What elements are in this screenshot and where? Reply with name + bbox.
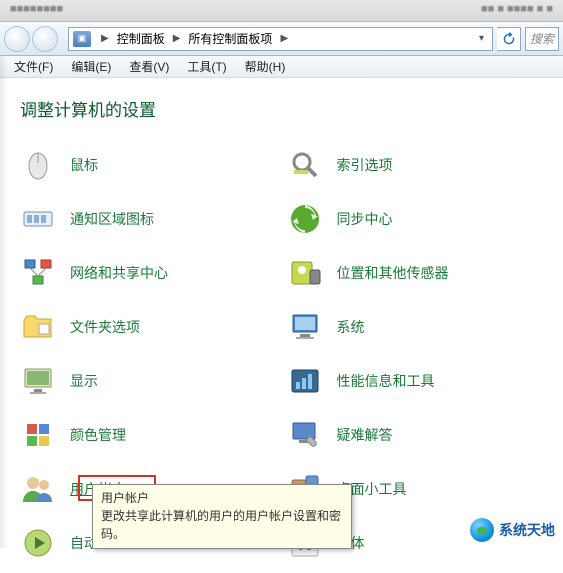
tooltip-body: 更改共享此计算机的用户的用户帐户设置和密码。	[101, 508, 343, 543]
nav-forward-button[interactable]	[32, 26, 58, 52]
item-mouse[interactable]: 鼠标	[20, 145, 277, 185]
autoplay-icon	[20, 525, 56, 561]
location-icon	[287, 255, 323, 291]
user-accounts-icon	[20, 471, 56, 507]
item-label: 文件夹选项	[70, 317, 140, 337]
color-icon	[20, 417, 56, 453]
menu-edit[interactable]: 编辑(E)	[63, 56, 119, 77]
item-label: 网络和共享中心	[70, 263, 168, 283]
chevron-right-icon[interactable]: ▶	[167, 33, 187, 44]
breadcrumb[interactable]: ▣ ▶ 控制面板 ▶ 所有控制面板项 ▶ ▾	[68, 27, 493, 51]
menu-view[interactable]: 查看(V)	[121, 56, 177, 77]
nav-back-button[interactable]	[4, 26, 30, 52]
item-label: 颜色管理	[70, 425, 126, 445]
item-label: 鼠标	[70, 155, 98, 175]
item-network[interactable]: 网络和共享中心	[20, 253, 277, 293]
item-folder-options[interactable]: 文件夹选项	[20, 307, 277, 347]
chevron-right-icon[interactable]: ▶	[95, 33, 115, 44]
item-label: 性能信息和工具	[337, 371, 435, 391]
menu-bar: 文件(F) 编辑(E) 查看(V) 工具(T) 帮助(H)	[0, 56, 563, 78]
chevron-down-icon[interactable]: ▾	[473, 33, 490, 44]
item-display[interactable]: 显示	[20, 361, 277, 401]
item-indexing[interactable]: 索引选项	[287, 145, 544, 185]
item-label: 显示	[70, 371, 98, 391]
item-label: 疑难解答	[337, 425, 393, 445]
item-label: 同步中心	[337, 209, 393, 229]
tooltip-title: 用户帐户	[101, 490, 343, 507]
sync-icon	[287, 201, 323, 237]
globe-icon	[470, 518, 494, 542]
search-placeholder: 搜索	[530, 30, 554, 47]
troubleshoot-icon	[287, 417, 323, 453]
window-titlebar: ■■■■■■■■ ■■ ■ ■■■■ ■ ■	[0, 0, 563, 22]
breadcrumb-item-control-panel[interactable]: 控制面板	[115, 30, 167, 47]
item-location[interactable]: 位置和其他传感器	[287, 253, 544, 293]
mouse-icon	[20, 147, 56, 183]
refresh-button[interactable]	[497, 27, 521, 51]
item-label: 通知区域图标	[70, 209, 154, 229]
item-sync[interactable]: 同步中心	[287, 199, 544, 239]
folder-icon	[20, 309, 56, 345]
page-title: 调整计算机的设置	[20, 96, 543, 121]
item-performance[interactable]: 性能信息和工具	[287, 361, 544, 401]
network-icon	[20, 255, 56, 291]
item-label: 索引选项	[337, 155, 393, 175]
tooltip: 用户帐户 更改共享此计算机的用户的用户帐户设置和密码。	[92, 484, 352, 549]
item-color[interactable]: 颜色管理	[20, 415, 277, 455]
system-icon	[287, 309, 323, 345]
item-label: 位置和其他传感器	[337, 263, 449, 283]
menu-file[interactable]: 文件(F)	[6, 56, 61, 77]
titlebar-text-right: ■■ ■ ■■■■ ■ ■	[481, 3, 553, 15]
menu-help[interactable]: 帮助(H)	[237, 56, 294, 77]
search-input[interactable]: 搜索	[525, 27, 559, 51]
menu-tools[interactable]: 工具(T)	[179, 56, 234, 77]
refresh-icon	[502, 32, 516, 46]
control-panel-icon: ▣	[73, 31, 91, 47]
chevron-right-icon[interactable]: ▶	[274, 33, 294, 44]
item-troubleshoot[interactable]: 疑难解答	[287, 415, 544, 455]
watermark-text: 系统天地	[499, 520, 555, 540]
performance-icon	[287, 363, 323, 399]
display-icon	[20, 363, 56, 399]
indexing-icon	[287, 147, 323, 183]
item-system[interactable]: 系统	[287, 307, 544, 347]
item-notification[interactable]: 通知区域图标	[20, 199, 277, 239]
breadcrumb-item-all-items[interactable]: 所有控制面板项	[186, 30, 274, 47]
watermark: 系统天地	[470, 518, 555, 542]
titlebar-text-left: ■■■■■■■■	[10, 3, 63, 15]
item-label: 系统	[337, 317, 365, 337]
address-bar: ▣ ▶ 控制面板 ▶ 所有控制面板项 ▶ ▾ 搜索	[0, 22, 563, 56]
notification-icon	[20, 201, 56, 237]
